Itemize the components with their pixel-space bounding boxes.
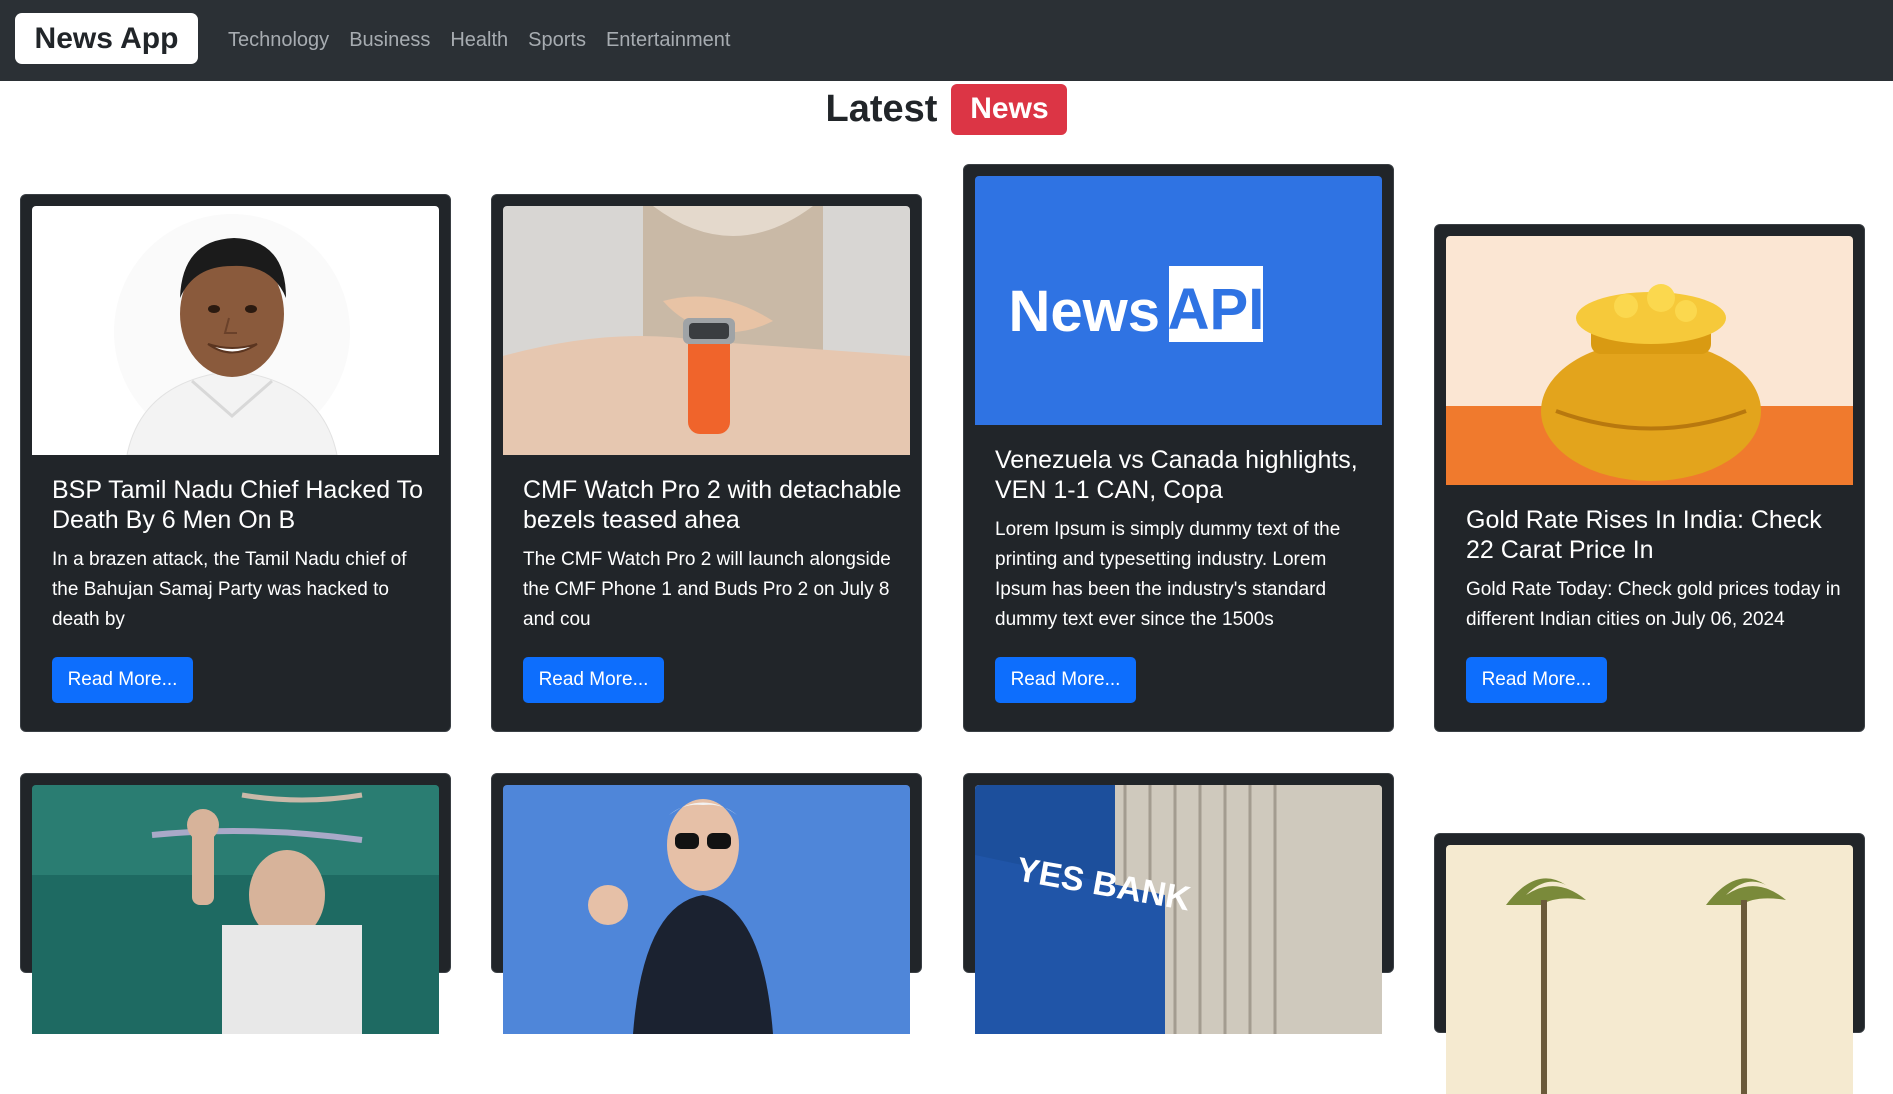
card-description: The CMF Watch Pro 2 will launch alongsid… — [523, 549, 891, 630]
news-card: Gold Rate Rises In India: Check 22 Carat… — [1434, 224, 1865, 732]
card-image-president[interactable] — [503, 785, 910, 1034]
news-card — [491, 773, 922, 1034]
card-image-rally[interactable] — [32, 785, 439, 1034]
news-badge: News — [951, 83, 1068, 135]
card-title: Gold Rate Rises In India: Check 22 Carat… — [1466, 506, 1822, 564]
nav-links: Technology Business Health Sports Entert… — [228, 0, 750, 81]
card-image-gold-pot[interactable] — [1446, 236, 1853, 485]
card-description: Lorem Ipsum is simply dummy text of the … — [995, 519, 1341, 630]
read-more-button[interactable]: Read More... — [523, 657, 664, 703]
news-card: News API Venezuela vs Canada highlights,… — [963, 164, 1394, 732]
news-card: BSP Tamil Nadu Chief Hacked To Death By … — [20, 194, 451, 732]
card-image-portrait[interactable] — [32, 206, 439, 455]
read-more-button[interactable]: Read More... — [1466, 657, 1607, 703]
news-card: CMF Watch Pro 2 with detachable bezels t… — [491, 194, 922, 732]
news-card: YES BANK — [963, 773, 1394, 1034]
card-description: Gold Rate Today: Check gold prices today… — [1466, 579, 1841, 630]
card-description: In a brazen attack, the Tamil Nadu chief… — [52, 549, 407, 630]
read-more-button[interactable]: Read More... — [52, 657, 193, 703]
navbar: News App Technology Business Health Spor… — [0, 0, 1893, 81]
nav-link-sports[interactable]: Sports — [528, 29, 586, 52]
page-title: Latest — [825, 87, 938, 130]
read-more-button[interactable]: Read More... — [995, 657, 1136, 703]
nav-link-entertainment[interactable]: Entertainment — [606, 29, 731, 52]
nav-link-business[interactable]: Business — [349, 29, 430, 52]
news-card — [20, 773, 451, 1034]
card-image-palm-trees[interactable] — [1446, 845, 1853, 1094]
brand-logo[interactable]: News App — [15, 13, 198, 64]
card-title: BSP Tamil Nadu Chief Hacked To Death By … — [52, 476, 424, 534]
page-heading: Latest News — [0, 82, 1893, 136]
logo-text-api: API — [1168, 277, 1265, 342]
card-title: Venezuela vs Canada highlights, VEN 1-1 … — [995, 446, 1358, 504]
card-image-bank-building[interactable]: YES BANK — [975, 785, 1382, 1034]
card-image-smartwatch[interactable] — [503, 206, 910, 455]
logo-text-news: News — [1008, 279, 1160, 344]
news-card — [1434, 833, 1865, 1094]
card-title: CMF Watch Pro 2 with detachable bezels t… — [523, 476, 902, 534]
nav-link-technology[interactable]: Technology — [228, 29, 329, 52]
nav-link-health[interactable]: Health — [450, 29, 508, 52]
card-image-newsapi-logo[interactable]: News API — [975, 176, 1382, 425]
